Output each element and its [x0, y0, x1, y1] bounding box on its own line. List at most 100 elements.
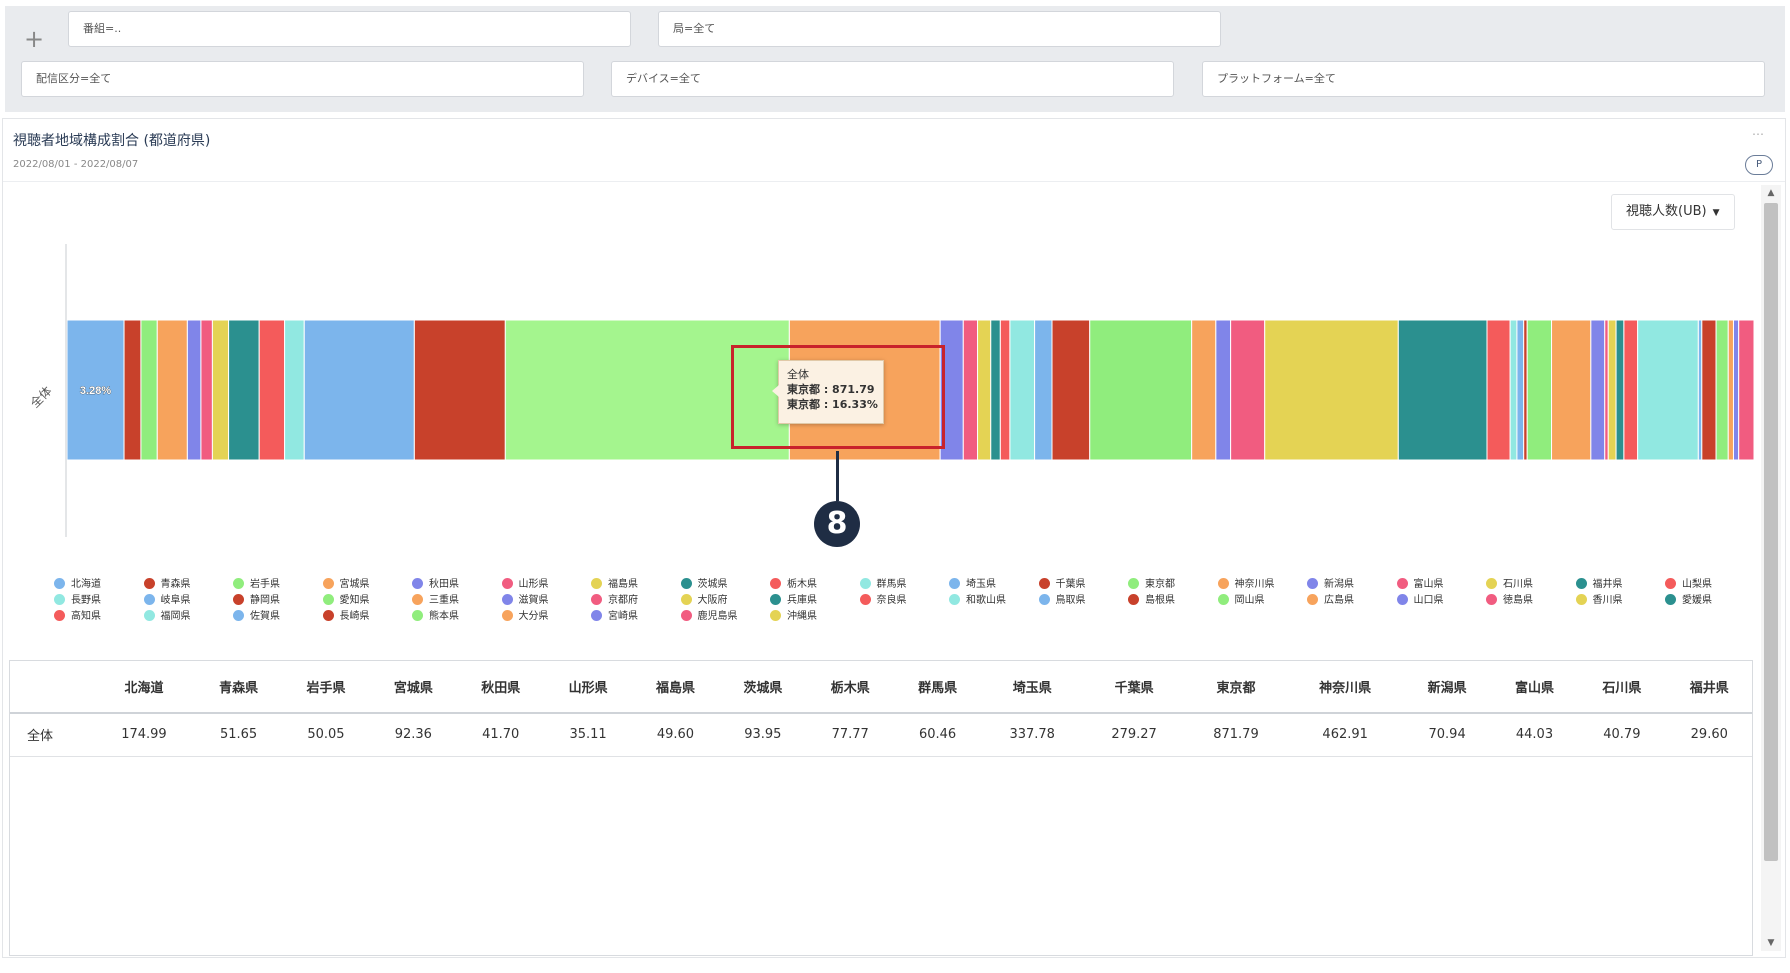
legend-item[interactable]: 東京都	[1128, 578, 1175, 591]
bar-segment[interactable]	[1551, 319, 1592, 461]
bar-segment[interactable]	[1191, 319, 1217, 461]
bar-segment[interactable]	[1623, 319, 1639, 461]
bar-segment[interactable]	[1089, 319, 1193, 461]
bar-segment[interactable]	[258, 319, 286, 461]
legend-item[interactable]: 広島県	[1307, 594, 1354, 607]
legend-item[interactable]: 青森県	[143, 578, 191, 591]
bar-segment[interactable]	[1738, 319, 1755, 461]
bar-segment[interactable]	[1637, 319, 1699, 461]
legend-item[interactable]: 香川県	[1575, 594, 1623, 607]
bar-segment[interactable]	[1230, 319, 1266, 461]
legend-item[interactable]: 京都府	[591, 594, 638, 607]
table-header-cell[interactable]: 新潟県	[1403, 660, 1491, 714]
bar-segment[interactable]	[977, 319, 992, 461]
bar-segment[interactable]	[1732, 319, 1740, 461]
bar-segment[interactable]	[1264, 319, 1399, 461]
bar-segment[interactable]	[228, 319, 260, 461]
legend-item[interactable]: 熊本県	[412, 610, 459, 623]
legend-item[interactable]: 和歌山県	[949, 594, 1006, 607]
bar-segment[interactable]	[1009, 319, 1036, 461]
legend-item[interactable]: 宮崎県	[591, 610, 638, 623]
legend-item[interactable]: 岐阜県	[143, 594, 191, 607]
bar-segment[interactable]	[1486, 319, 1511, 461]
legend-item[interactable]: 愛媛県	[1665, 594, 1712, 607]
bar-segment[interactable]	[1697, 319, 1703, 461]
legend-item[interactable]: 徳島県	[1486, 594, 1533, 607]
legend-item[interactable]: 岩手県	[233, 578, 280, 591]
legend-item[interactable]: 石川県	[1486, 578, 1533, 591]
table-header-cell[interactable]: 群馬県	[893, 660, 982, 714]
legend-item[interactable]: 愛知県	[322, 594, 370, 607]
legend-item[interactable]: 滋賀県	[501, 594, 549, 607]
bar-segment[interactable]	[999, 319, 1011, 461]
legend-item[interactable]: 福井県	[1575, 578, 1623, 591]
bar-segment[interactable]	[1509, 319, 1518, 461]
table-header-cell[interactable]: 石川県	[1578, 660, 1666, 714]
legend-item[interactable]: 島根県	[1128, 594, 1175, 607]
bar-segment[interactable]	[303, 319, 415, 461]
legend-item[interactable]: 鳥取県	[1038, 594, 1086, 607]
legend-item[interactable]: 佐賀県	[233, 610, 280, 623]
bar-segment[interactable]	[140, 319, 158, 461]
bar-segment[interactable]	[1715, 319, 1729, 461]
bar-segment[interactable]	[186, 319, 202, 461]
legend-item[interactable]: 栃木県	[770, 578, 817, 591]
table-header-cell[interactable]: 宮城県	[369, 660, 458, 714]
bar-segment[interactable]	[284, 319, 305, 461]
legend-item[interactable]: 沖縄県	[770, 610, 817, 623]
legend-item[interactable]: 山形県	[501, 578, 549, 591]
table-header-cell[interactable]: 埼玉県	[981, 660, 1084, 714]
legend-item[interactable]: 千葉県	[1038, 578, 1086, 591]
bar-segment[interactable]	[1215, 319, 1232, 461]
table-header-cell[interactable]: 栃木県	[806, 660, 894, 714]
bar-segment[interactable]	[1701, 319, 1717, 461]
bar-segment[interactable]	[1607, 319, 1617, 461]
bar-segment[interactable]	[1034, 319, 1053, 461]
table-header-cell[interactable]: 東京都	[1185, 660, 1287, 714]
table-header-cell[interactable]: 茨城県	[719, 660, 807, 714]
legend-item[interactable]: 富山県	[1396, 578, 1444, 591]
table-header-cell[interactable]: 神奈川県	[1286, 660, 1404, 714]
bar-segment[interactable]	[1397, 319, 1488, 461]
legend-item[interactable]: 宮城県	[322, 578, 370, 591]
legend-item[interactable]: 福岡県	[143, 610, 191, 623]
table-header-cell[interactable]: 富山県	[1490, 660, 1579, 714]
bar-segment[interactable]	[156, 319, 188, 461]
bar-segment[interactable]	[1526, 319, 1553, 461]
table-header-cell[interactable]: 北海道	[93, 660, 195, 714]
legend-item[interactable]: 高知県	[54, 610, 101, 623]
legend-item[interactable]: 山口県	[1396, 594, 1444, 607]
legend-item[interactable]: 奈良県	[859, 594, 907, 607]
legend-item[interactable]: 神奈川県	[1217, 578, 1275, 591]
bar-segment[interactable]	[1615, 319, 1625, 461]
legend-item[interactable]: 長崎県	[322, 610, 370, 623]
table-header-cell[interactable]	[9, 660, 93, 714]
bar-segment[interactable]	[962, 319, 979, 461]
legend-item[interactable]: 山梨県	[1665, 578, 1712, 591]
bar-segment[interactable]	[1727, 319, 1734, 461]
bar-segment[interactable]	[1523, 319, 1528, 461]
legend-item[interactable]: 大分県	[501, 610, 549, 623]
bar-segment[interactable]	[413, 319, 506, 461]
legend-item[interactable]: 北海道	[54, 578, 101, 591]
legend-item[interactable]: 秋田県	[412, 578, 459, 591]
table-header-cell[interactable]: 福井県	[1665, 660, 1753, 714]
bar-segment[interactable]	[990, 319, 1001, 461]
table-header-cell[interactable]: 秋田県	[457, 660, 545, 714]
table-header-cell[interactable]: 福島県	[631, 660, 720, 714]
legend-item[interactable]: 岡山県	[1217, 594, 1265, 607]
bar-segment[interactable]	[1604, 319, 1609, 461]
bar-segment[interactable]	[123, 319, 142, 461]
legend-item[interactable]: 静岡県	[233, 594, 280, 607]
legend-item[interactable]: 大阪府	[680, 594, 728, 607]
legend-item[interactable]: 新潟県	[1307, 578, 1354, 591]
table-header-cell[interactable]: 青森県	[194, 660, 283, 714]
legend-item[interactable]: 埼玉県	[949, 578, 996, 591]
table-header-cell[interactable]: 千葉県	[1083, 660, 1186, 714]
legend-item[interactable]: 茨城県	[680, 578, 728, 591]
legend-item[interactable]: 長野県	[54, 594, 101, 607]
bar-segment[interactable]	[1516, 319, 1525, 461]
table-header-cell[interactable]: 岩手県	[282, 660, 370, 714]
bar-segment[interactable]	[1590, 319, 1606, 461]
bar-segment[interactable]	[211, 319, 230, 461]
